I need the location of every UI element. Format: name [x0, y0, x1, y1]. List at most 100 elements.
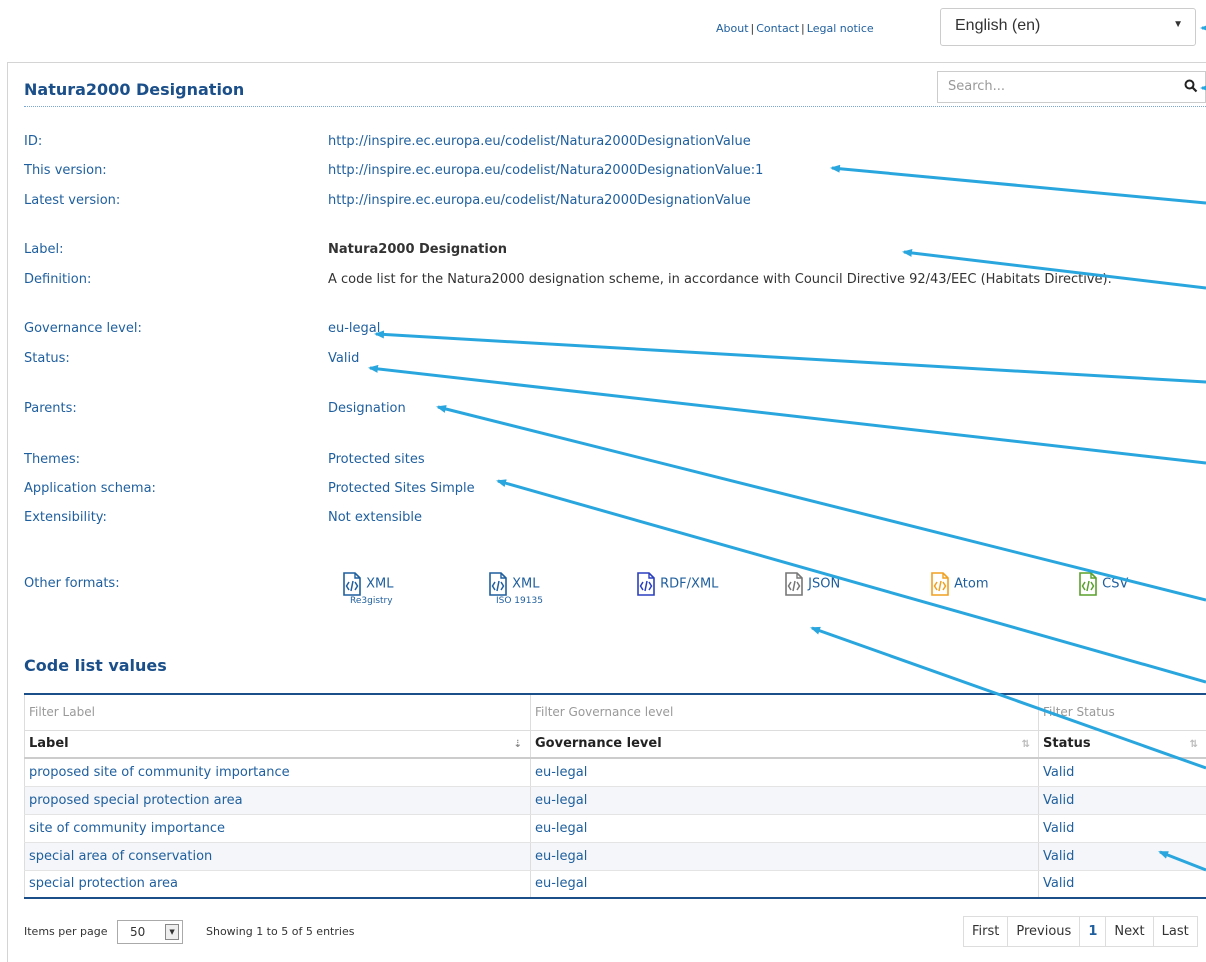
- status-link[interactable]: Valid: [328, 351, 359, 366]
- cell-governance-link[interactable]: eu-legal: [531, 870, 1039, 898]
- search-button[interactable]: [1176, 71, 1206, 103]
- sort-icon: ⇅: [1190, 739, 1198, 750]
- table-row: special protection areaeu-legalValid: [25, 870, 1206, 898]
- format-label: XML: [366, 577, 393, 592]
- format-label: JSON: [808, 577, 840, 592]
- cell-label-link[interactable]: proposed special protection area: [25, 786, 531, 814]
- extensibility-link[interactable]: Not extensible: [328, 510, 422, 525]
- pager-next[interactable]: Next: [1105, 916, 1153, 947]
- file-code-icon: [1078, 572, 1098, 596]
- dropdown-arrow-icon: ▼: [165, 924, 179, 940]
- cell-label-link[interactable]: site of community importance: [25, 814, 531, 842]
- parents-label: Parents:: [24, 401, 77, 416]
- file-code-icon: [930, 572, 950, 596]
- table-row: site of community importanceeu-legalVali…: [25, 814, 1206, 842]
- cell-status-link[interactable]: Valid: [1039, 814, 1206, 842]
- contact-link[interactable]: Contact: [756, 22, 799, 35]
- themes-link[interactable]: Protected sites: [328, 452, 425, 467]
- legal-notice-link[interactable]: Legal notice: [807, 22, 874, 35]
- separator: |: [799, 22, 807, 35]
- top-nav: About|Contact|Legal notice: [716, 22, 874, 35]
- cell-status-link[interactable]: Valid: [1039, 758, 1206, 786]
- cell-status-link[interactable]: Valid: [1039, 870, 1206, 898]
- title-divider: [24, 106, 1206, 107]
- application-schema-link[interactable]: Protected Sites Simple: [328, 481, 475, 496]
- about-link[interactable]: About: [716, 22, 749, 35]
- language-select[interactable]: English (en) ▼: [940, 8, 1196, 46]
- label-label: Label:: [24, 242, 63, 257]
- search-input[interactable]: Search...: [937, 71, 1177, 103]
- this-version-label: This version:: [24, 163, 107, 178]
- format-4-link[interactable]: Atom: [930, 572, 989, 596]
- file-code-icon: [784, 572, 804, 596]
- extensibility-label: Extensibility:: [24, 510, 107, 525]
- cell-governance-link[interactable]: eu-legal: [531, 814, 1039, 842]
- parents-link[interactable]: Designation: [328, 401, 406, 416]
- cell-status-link[interactable]: Valid: [1039, 786, 1206, 814]
- governance-level-link[interactable]: eu-legal: [328, 321, 380, 336]
- pager-last[interactable]: Last: [1153, 916, 1198, 947]
- items-per-page-label: Items per page: [24, 925, 108, 938]
- cell-label-link[interactable]: proposed site of community importance: [25, 758, 531, 786]
- code-list-values-title: Code list values: [24, 656, 167, 675]
- format-0-link[interactable]: XMLRe3gistry: [342, 572, 394, 596]
- sort-asc-icon: ⇣: [514, 739, 522, 750]
- format-sublabel: ISO 19135: [496, 596, 543, 606]
- column-header-status[interactable]: Status⇅: [1039, 730, 1206, 758]
- filter-status-input[interactable]: Filter Status: [1039, 694, 1206, 730]
- application-schema-label: Application schema:: [24, 481, 156, 496]
- column-header-label-text: Label: [29, 736, 69, 751]
- cell-governance-link[interactable]: eu-legal: [531, 842, 1039, 870]
- format-sublabel: Re3gistry: [350, 596, 393, 606]
- latest-version-label: Latest version:: [24, 193, 120, 208]
- page-title: Natura2000 Designation: [24, 80, 244, 99]
- other-formats-label: Other formats:: [24, 576, 120, 591]
- page-size-value: 50: [130, 925, 145, 939]
- filter-row: Filter Label Filter Governance level Fil…: [25, 694, 1206, 730]
- cell-label-link[interactable]: special protection area: [25, 870, 531, 898]
- definition-label: Definition:: [24, 272, 91, 287]
- pagination: First Previous 1 Next Last: [964, 916, 1198, 947]
- cell-governance-link[interactable]: eu-legal: [531, 758, 1039, 786]
- column-header-governance-level[interactable]: Governance level⇅: [531, 730, 1039, 758]
- format-label: RDF/XML: [660, 577, 718, 592]
- items-per-page: Items per page 50 ▼: [24, 920, 183, 944]
- search-icon: [1184, 79, 1198, 93]
- format-label: XML: [512, 577, 539, 592]
- file-code-icon: [342, 572, 362, 596]
- this-version-link[interactable]: http://inspire.ec.europa.eu/codelist/Nat…: [328, 163, 763, 178]
- filter-label-input[interactable]: Filter Label: [25, 694, 531, 730]
- id-link[interactable]: http://inspire.ec.europa.eu/codelist/Nat…: [328, 134, 751, 149]
- pager-previous[interactable]: Previous: [1007, 916, 1080, 947]
- status-label: Status:: [24, 351, 70, 366]
- format-3-link[interactable]: JSON: [784, 572, 840, 596]
- code-list-table: Filter Label Filter Governance level Fil…: [24, 693, 1206, 899]
- column-header-governance-text: Governance level: [535, 736, 662, 751]
- pager-page-1[interactable]: 1: [1079, 916, 1106, 947]
- table-body: proposed site of community importanceeu-…: [25, 758, 1206, 898]
- table-row: proposed special protection areaeu-legal…: [25, 786, 1206, 814]
- column-header-label[interactable]: Label ⇣: [25, 730, 531, 758]
- id-label: ID:: [24, 134, 42, 149]
- filter-governance-level-input[interactable]: Filter Governance level: [531, 694, 1039, 730]
- format-label: CSV: [1102, 577, 1128, 592]
- page-size-select[interactable]: 50 ▼: [117, 920, 183, 944]
- cell-label-link[interactable]: special area of conservation: [25, 842, 531, 870]
- file-code-icon: [488, 572, 508, 596]
- file-code-icon: [636, 572, 656, 596]
- table-row: special area of conservationeu-legalVali…: [25, 842, 1206, 870]
- format-label: Atom: [954, 577, 988, 592]
- caret-down-icon: ▼: [1173, 19, 1183, 30]
- definition-value: A code list for the Natura2000 designati…: [328, 272, 1112, 287]
- cell-governance-link[interactable]: eu-legal: [531, 786, 1039, 814]
- table-header-row: Label⇣ Governance level⇅ Status⇅: [25, 730, 1206, 758]
- pager-first[interactable]: First: [963, 916, 1008, 947]
- latest-version-link[interactable]: http://inspire.ec.europa.eu/codelist/Nat…: [328, 193, 751, 208]
- format-2-link[interactable]: RDF/XML: [636, 572, 718, 596]
- format-5-link[interactable]: CSV: [1078, 572, 1128, 596]
- governance-level-label: Governance level:: [24, 321, 142, 336]
- themes-label: Themes:: [24, 452, 80, 467]
- format-1-link[interactable]: XMLISO 19135: [488, 572, 540, 596]
- cell-status-link[interactable]: Valid: [1039, 842, 1206, 870]
- showing-entries: Showing 1 to 5 of 5 entries: [206, 925, 354, 938]
